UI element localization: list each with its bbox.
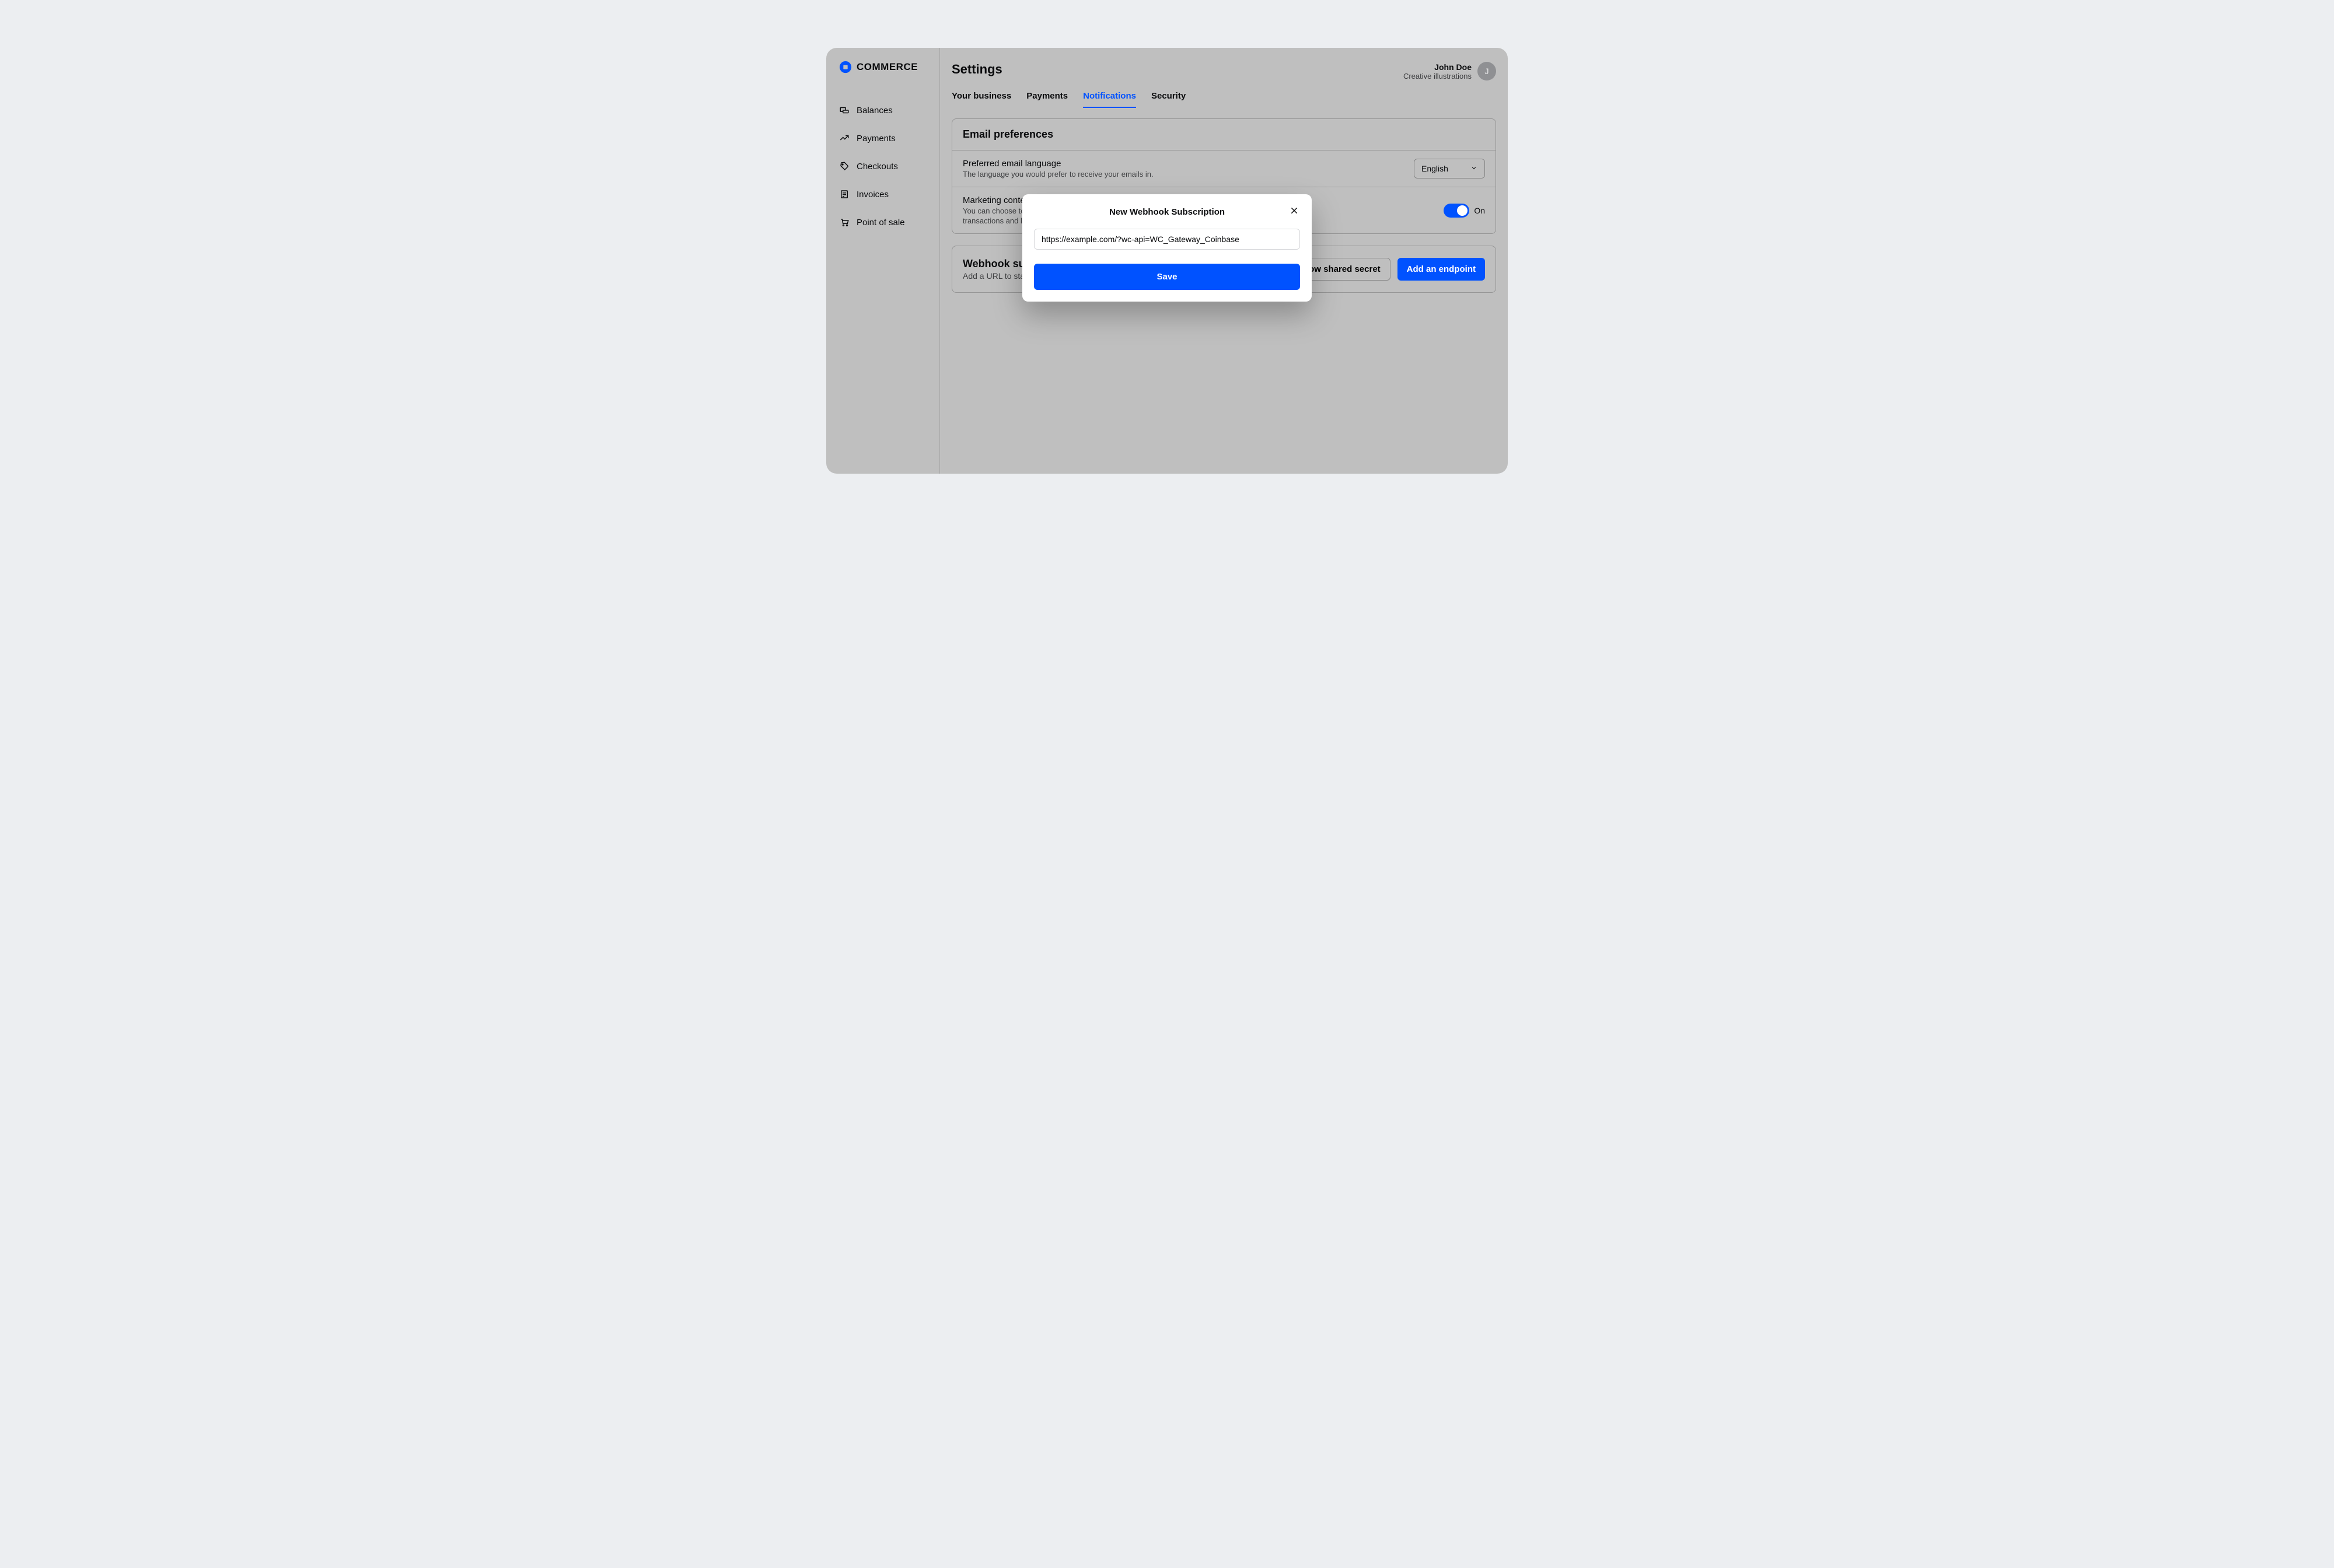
brand-logo: COMMERCE: [826, 61, 939, 74]
user-org: Creative illustrations: [1403, 72, 1472, 80]
webhook-section-title: Webhook sub: [963, 258, 1032, 270]
save-webhook-button[interactable]: Save: [1034, 264, 1300, 290]
webhook-section-subtitle: Add a URL to sta: [963, 271, 1032, 281]
sidebar-item-label: Invoices: [857, 190, 889, 200]
marketing-toggle-label: On: [1474, 206, 1485, 215]
preferred-language-row: Preferred email language The language yo…: [952, 150, 1496, 187]
sidebar-item-label: Checkouts: [857, 162, 898, 172]
sidebar-nav: Balances Payments Checkouts Invoices: [826, 98, 939, 235]
preferred-language-title: Preferred email language: [963, 159, 1154, 169]
chevron-down-icon: [1470, 164, 1477, 173]
sidebar-item-payments[interactable]: Payments: [826, 126, 939, 150]
checkouts-icon: [839, 161, 850, 172]
user-menu[interactable]: John Doe Creative illustrations J: [1403, 62, 1496, 80]
sidebar-item-label: Balances: [857, 106, 893, 116]
sidebar-item-balances[interactable]: Balances: [826, 98, 939, 123]
tab-security[interactable]: Security: [1151, 91, 1186, 108]
sidebar: COMMERCE Balances Payments Checkouts: [826, 48, 940, 474]
sidebar-item-checkouts[interactable]: Checkouts: [826, 154, 939, 178]
user-name: John Doe: [1403, 62, 1472, 72]
email-preferences-title: Email preferences: [952, 119, 1496, 150]
marketing-toggle[interactable]: [1444, 204, 1469, 218]
webhook-url-input[interactable]: [1034, 229, 1300, 250]
preferred-language-subtitle: The language you would prefer to receive…: [963, 170, 1154, 178]
toggle-knob: [1457, 205, 1468, 216]
page-title: Settings: [952, 62, 1002, 77]
cart-icon: [839, 217, 850, 228]
topbar: Settings John Doe Creative illustrations…: [952, 62, 1496, 80]
new-webhook-modal: New Webhook Subscription Save: [1022, 194, 1312, 302]
close-icon: [1290, 206, 1299, 218]
payments-icon: [839, 133, 850, 144]
tab-payments[interactable]: Payments: [1026, 91, 1068, 108]
settings-tabs: Your business Payments Notifications Sec…: [952, 91, 1496, 108]
sidebar-item-point-of-sale[interactable]: Point of sale: [826, 210, 939, 235]
balances-icon: [839, 105, 850, 116]
app-window: COMMERCE Balances Payments Checkouts: [826, 48, 1508, 474]
modal-title: New Webhook Subscription: [1109, 207, 1225, 217]
sidebar-item-label: Point of sale: [857, 218, 905, 228]
language-select[interactable]: English: [1414, 159, 1485, 178]
invoices-icon: [839, 189, 850, 200]
sidebar-item-label: Payments: [857, 134, 896, 144]
close-modal-button[interactable]: [1288, 206, 1300, 218]
tab-notifications[interactable]: Notifications: [1083, 91, 1136, 108]
brand-mark-icon: [839, 61, 852, 74]
brand-name: COMMERCE: [857, 61, 918, 73]
sidebar-item-invoices[interactable]: Invoices: [826, 182, 939, 206]
language-select-value: English: [1421, 164, 1448, 173]
avatar[interactable]: J: [1477, 62, 1496, 80]
tab-your-business[interactable]: Your business: [952, 91, 1011, 108]
add-endpoint-button[interactable]: Add an endpoint: [1397, 258, 1485, 281]
